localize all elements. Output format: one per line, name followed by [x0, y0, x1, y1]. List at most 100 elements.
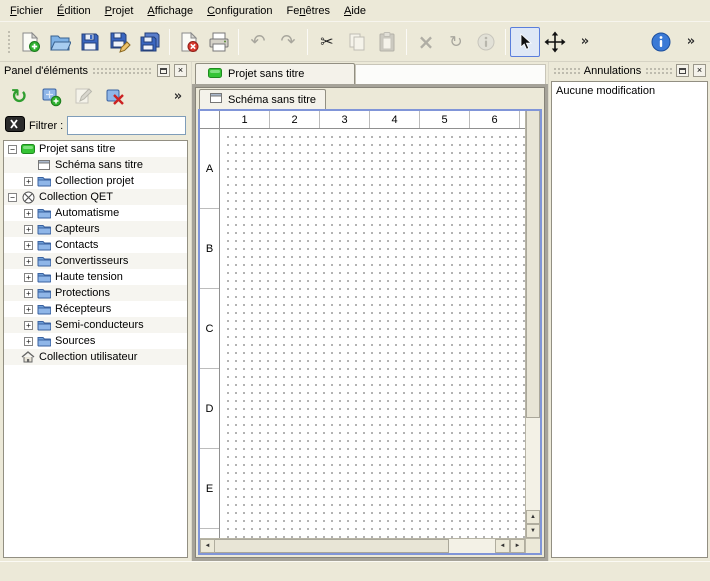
- menu-projet[interactable]: Projet: [98, 0, 141, 21]
- scroll-up-button[interactable]: ▲: [526, 510, 540, 524]
- scroll-left-button[interactable]: ◄: [200, 539, 215, 553]
- expand-icon[interactable]: +: [24, 241, 33, 250]
- expand-icon[interactable]: +: [24, 257, 33, 266]
- dock-grip[interactable]: [553, 67, 580, 75]
- new-document-button[interactable]: [15, 27, 45, 57]
- reload-collections-button[interactable]: ↻: [4, 81, 34, 111]
- scroll-down-button[interactable]: ▼: [526, 524, 540, 538]
- visualisation-mode-button[interactable]: [540, 27, 570, 57]
- delete-button[interactable]: ×: [411, 27, 441, 57]
- collapse-icon[interactable]: −: [8, 145, 17, 154]
- copy-button[interactable]: [342, 27, 372, 57]
- float-icon: [679, 68, 686, 74]
- menu-edition[interactable]: Édition: [50, 0, 98, 21]
- expand-icon[interactable]: +: [24, 337, 33, 346]
- status-bar: [0, 561, 710, 581]
- expand-icon[interactable]: +: [24, 305, 33, 314]
- tree-item-recepteurs[interactable]: +Récepteurs: [4, 301, 187, 317]
- menu-fichier[interactable]: Fichier: [3, 0, 50, 21]
- expand-icon[interactable]: +: [24, 321, 33, 330]
- tree-item-automatisme[interactable]: + Automatisme: [4, 205, 187, 221]
- vertical-scrollbar[interactable]: ▲ ▼: [525, 111, 540, 538]
- vertical-scrollbar-track[interactable]: [526, 418, 540, 510]
- folder-icon: [37, 255, 51, 267]
- tree-item-collection-projet[interactable]: +Collection projet: [4, 173, 187, 189]
- edit-element-button[interactable]: [68, 81, 98, 111]
- about-button[interactable]: [646, 27, 676, 57]
- menu-affichage[interactable]: Affichage: [140, 0, 200, 21]
- diagram-view: 123456 ABCDE ▲ ▼ ◄ ◄: [198, 109, 542, 555]
- expand-icon[interactable]: +: [24, 289, 33, 298]
- expand-icon[interactable]: +: [24, 273, 33, 282]
- cut-button[interactable]: ✂: [312, 27, 342, 57]
- delete-element-button[interactable]: [100, 81, 130, 111]
- tree-item-label: Protections: [55, 287, 110, 299]
- scrollbar-corner: [525, 538, 540, 553]
- undo-button[interactable]: ↶: [243, 27, 273, 57]
- diagram-grid[interactable]: [221, 130, 525, 538]
- expand-icon[interactable]: +: [24, 209, 33, 218]
- save-all-button[interactable]: [135, 27, 165, 57]
- selection-mode-button[interactable]: [510, 27, 540, 57]
- menu-configuration[interactable]: Configuration: [200, 0, 279, 21]
- undo-empty-text: Aucune modification: [556, 85, 655, 97]
- tree-item-label: Projet sans titre: [39, 143, 115, 155]
- close-file-button[interactable]: [174, 27, 204, 57]
- clear-filter-button[interactable]: [5, 116, 25, 135]
- rotate-button[interactable]: ↻: [441, 27, 471, 57]
- tree-item-schema-sans-titre[interactable]: Schéma sans titre: [4, 157, 187, 173]
- float-panel-button[interactable]: [157, 64, 170, 77]
- print-button[interactable]: [204, 27, 234, 57]
- paste-button[interactable]: [372, 27, 402, 57]
- schema-tabbar: Schéma sans titre: [196, 88, 544, 109]
- tree-item-semi-conducteurs[interactable]: +Semi-conducteurs: [4, 317, 187, 333]
- tree-item-label: Automatisme: [55, 207, 119, 219]
- open-project-button[interactable]: [45, 27, 75, 57]
- schema-tab[interactable]: Schéma sans titre: [199, 89, 326, 109]
- redo-button[interactable]: ↷: [273, 27, 303, 57]
- tree-item-sources[interactable]: +Sources: [4, 333, 187, 349]
- project-tab[interactable]: Projet sans titre: [195, 63, 355, 84]
- tree-item-collection-qet[interactable]: −Collection QET: [4, 189, 187, 205]
- dock-grip[interactable]: [645, 67, 672, 75]
- horizontal-scrollbar-track[interactable]: [449, 539, 495, 553]
- float-undo-panel-button[interactable]: [676, 64, 689, 77]
- toolbar-grip[interactable]: [7, 30, 12, 54]
- menu-aide[interactable]: Aide: [337, 0, 373, 21]
- dock-grip[interactable]: [92, 67, 153, 75]
- tree-item-capteurs[interactable]: +Capteurs: [4, 221, 187, 237]
- horizontal-scrollbar[interactable]: ◄ ◄ ►: [200, 538, 525, 553]
- tree-item-convertisseurs[interactable]: +Convertisseurs: [4, 253, 187, 269]
- filter-input[interactable]: [67, 116, 186, 135]
- elements-panel-toolbar: ↻»: [0, 79, 191, 113]
- qet-icon: [21, 191, 35, 204]
- close-undo-panel-button[interactable]: ×: [693, 64, 706, 77]
- modes-overflow-button[interactable]: »: [570, 27, 600, 57]
- tree-item-contacts[interactable]: +Contacts: [4, 237, 187, 253]
- expand-icon[interactable]: +: [24, 177, 33, 186]
- tabbar-empty-area: [355, 64, 546, 84]
- tree-item-haute-tension[interactable]: +Haute tension: [4, 269, 187, 285]
- home-icon: [21, 351, 35, 363]
- scroll-left-button-2[interactable]: ◄: [495, 539, 510, 553]
- horizontal-scrollbar-thumb[interactable]: [215, 539, 449, 553]
- conductor-info-button[interactable]: [471, 27, 501, 57]
- help-overflow-button[interactable]: »: [676, 27, 706, 57]
- expand-icon[interactable]: +: [24, 225, 33, 234]
- elements-panel-titlebar: Panel d'éléments ×: [0, 62, 191, 79]
- close-panel-button[interactable]: ×: [174, 64, 187, 77]
- vertical-scrollbar-thumb[interactable]: [526, 111, 540, 418]
- close-icon: ×: [697, 66, 702, 75]
- save-button[interactable]: [75, 27, 105, 57]
- collapse-icon[interactable]: −: [8, 193, 17, 202]
- scroll-right-button[interactable]: ►: [510, 539, 525, 553]
- tree-item-protections[interactable]: + Protections: [4, 285, 187, 301]
- tree-item-collection-utilisateur[interactable]: Collection utilisateur: [4, 349, 187, 365]
- menu-fenetres[interactable]: Fenêtres: [280, 0, 337, 21]
- undo-panel-titlebar: Annulations ×: [549, 62, 710, 79]
- new-element-button[interactable]: [36, 81, 66, 111]
- schema-tab-label: Schéma sans titre: [228, 94, 316, 106]
- panel-overflow-button[interactable]: »: [169, 81, 187, 111]
- save-as-button[interactable]: [105, 27, 135, 57]
- tree-item-projet-sans-titre[interactable]: − Projet sans titre: [4, 141, 187, 157]
